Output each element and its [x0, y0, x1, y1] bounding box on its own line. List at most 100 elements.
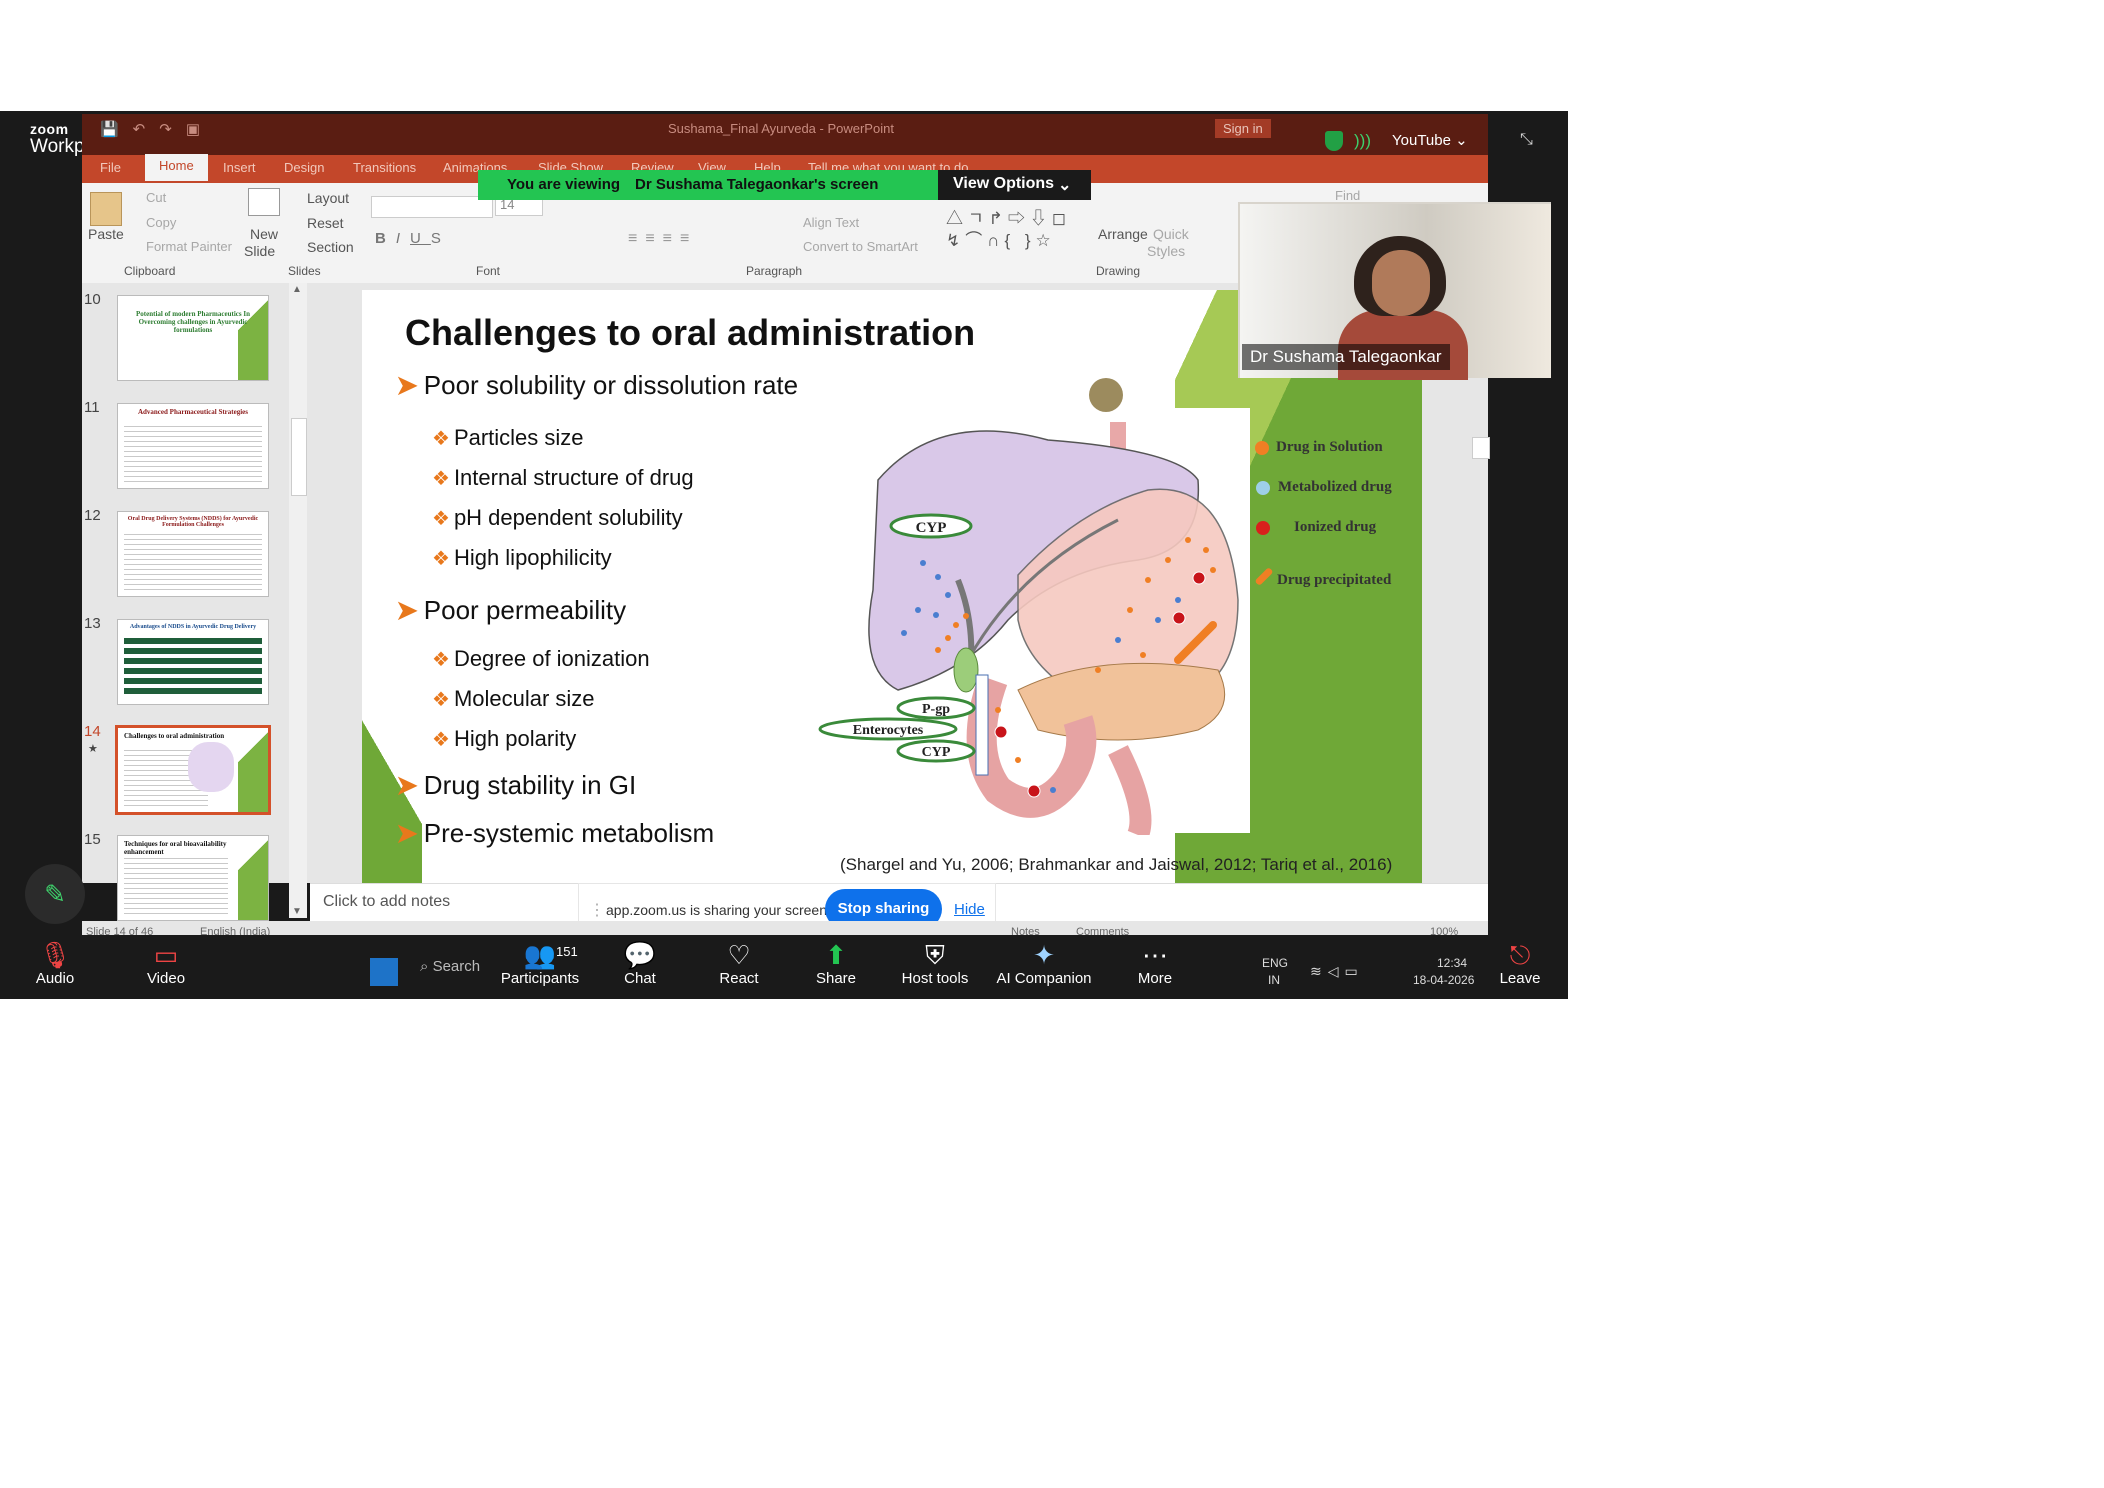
format-painter-button[interactable]: Format Painter [146, 239, 232, 254]
participants-count: 151 [556, 944, 578, 959]
thumbnail-slide-15[interactable]: Techniques for oral bioavailability enha… [117, 835, 269, 921]
leave-door-icon: ⎋ [1509, 940, 1531, 970]
diamond-bullet-icon: ❖ [432, 548, 450, 570]
sign-in-button[interactable]: Sign in [1215, 119, 1271, 138]
hide-share-bar-link[interactable]: Hide [954, 901, 985, 918]
thumbnail-slide-12[interactable]: Oral Drug Delivery Systems (NDDS) for Ay… [117, 511, 269, 597]
thumbnail-slide-10[interactable]: Potential of modern Pharmaceutics In Ove… [117, 295, 269, 381]
copy-button[interactable]: Copy [146, 215, 176, 230]
sub-bullet-text: Particles size [453, 425, 584, 450]
new-slide-label-2[interactable]: Slide [244, 243, 275, 259]
arrange-button[interactable]: Arrange [1098, 226, 1148, 242]
thumbnail-slide-13[interactable]: Advantages of NDDS in Ayurvedic Drug Del… [117, 619, 269, 705]
scroll-down-icon[interactable]: ▼ [292, 906, 302, 917]
gallbladder [953, 647, 979, 693]
drug-particle-icon [1089, 378, 1123, 412]
thumb-num-15: 15 [84, 831, 101, 848]
windows-start-icon[interactable] [370, 958, 398, 986]
ai-companion-button[interactable]: ✦ AI Companion [996, 940, 1092, 987]
thumb-num-12: 12 [84, 507, 101, 524]
thumb-title: Oral Drug Delivery Systems (NDDS) for Ay… [127, 516, 259, 528]
legend-label: Ionized drug [1294, 519, 1377, 535]
tab-insert[interactable]: Insert [223, 160, 256, 175]
diamond-bullet-icon: ❖ [432, 689, 450, 711]
sub-bullet: ❖ Particles size [432, 425, 584, 451]
paste-button[interactable]: Paste [88, 226, 124, 242]
new-slide-label-1[interactable]: New [250, 226, 278, 242]
share-arrow-icon: ⬆ [825, 940, 847, 970]
thumbnail-slide-14[interactable]: Challenges to oral administration [115, 725, 271, 815]
minimize-icon[interactable]: ⤡ [1520, 131, 1533, 149]
thumb-decoration [238, 296, 268, 380]
ionized-drug-dot [1027, 784, 1041, 798]
youtube-dropdown[interactable]: YouTube ⌄ [1392, 131, 1468, 149]
heart-icon: ♡ [727, 940, 751, 970]
find-button[interactable]: Find [1335, 188, 1360, 203]
ppt-window-title: Sushama_Final Ayurveda - PowerPoint [668, 121, 894, 136]
video-button[interactable]: ▭ Video [136, 940, 196, 987]
lang-line1[interactable]: ENG [1262, 956, 1288, 970]
arrow-bullet-icon: ➤ [396, 370, 418, 400]
slide-scrollbar-thumb[interactable] [1472, 437, 1490, 459]
taskbar-search-label: Search [432, 958, 481, 975]
thumbnails-scrollbar[interactable] [289, 283, 307, 918]
sub-bullet: ❖ pH dependent solubility [432, 505, 683, 531]
host-tools-button[interactable]: ⛨ Host tools [900, 940, 970, 987]
font-family-box[interactable] [371, 196, 493, 218]
font-format-icons[interactable]: BIUS [375, 230, 451, 247]
share-button[interactable]: ⬆ Share [811, 940, 861, 987]
leave-button[interactable]: ⎋ Leave [1496, 940, 1544, 987]
cut-button[interactable]: Cut [146, 190, 166, 205]
signal-icon: ))) [1354, 131, 1371, 150]
quick-styles-label-2[interactable]: Styles [1147, 243, 1185, 259]
bullet-heading: ➤ Pre-systemic metabolism [396, 818, 714, 849]
thumb-body [124, 638, 262, 698]
arrow-bullet-icon: ➤ [396, 770, 418, 800]
lang-line2[interactable]: IN [1268, 973, 1280, 987]
quick-access-toolbar[interactable]: 💾↶↷▣ [100, 120, 214, 138]
legend-dot-ionized [1256, 521, 1270, 535]
quick-styles-label-1[interactable]: Quick [1153, 226, 1189, 242]
paragraph-align-icons[interactable]: ≡≡≡≡ [628, 230, 697, 248]
annotate-pen-icon[interactable]: ✎ [25, 864, 85, 924]
scroll-up-icon[interactable]: ▲ [292, 284, 302, 295]
sparkle-icon: ✦ [1033, 940, 1055, 970]
chat-button[interactable]: 💬 Chat [615, 940, 665, 987]
bullet-heading-text: Poor permeability [423, 595, 627, 625]
view-options-button[interactable]: View Options ⌄ [938, 170, 1091, 200]
convert-smartart-button[interactable]: Convert to SmartArt [803, 239, 918, 254]
scrollbar-thumb[interactable] [291, 418, 307, 496]
diamond-bullet-icon: ❖ [432, 428, 450, 450]
thumb-num-13: 13 [84, 615, 101, 632]
cyp-liver-label: CYP [916, 520, 947, 536]
tab-file[interactable]: File [100, 160, 121, 175]
drag-handle-icon[interactable]: ⋮ [589, 900, 605, 920]
paste-icon [90, 192, 122, 226]
thumbnail-slide-11[interactable]: Advanced Pharmaceutical Strategies [117, 403, 269, 489]
legend-dot-metabolized [1256, 481, 1270, 495]
shapes-gallery[interactable]: △ㄱ↱⇨⇩◻ ↯⌒∩{ }☆ [946, 208, 1084, 256]
tab-transitions[interactable]: Transitions [353, 160, 416, 175]
thumb-num-11: 11 [84, 399, 100, 416]
align-text-button[interactable]: Align Text [803, 215, 859, 230]
shield-icon: ⛨ [925, 940, 945, 970]
notes-placeholder[interactable]: Click to add notes [323, 893, 450, 911]
tab-design[interactable]: Design [284, 160, 324, 175]
slide-title: Challenges to oral administration [405, 312, 976, 353]
drawing-group-label: Drawing [1096, 264, 1141, 278]
thumb-body [124, 422, 262, 482]
tray-icons[interactable]: ≋◁▭ [1310, 963, 1364, 980]
section-button[interactable]: Section [307, 239, 354, 255]
layout-button[interactable]: Layout [307, 190, 349, 206]
more-button[interactable]: ⋯ More [1130, 940, 1180, 987]
thumb-title: Challenges to oral administration [124, 732, 225, 740]
react-button[interactable]: ♡ React [714, 940, 764, 987]
tab-home[interactable]: Home [145, 154, 208, 181]
taskbar-search[interactable]: ⌕ Search [420, 958, 500, 986]
reset-button[interactable]: Reset [307, 215, 344, 231]
share-message: app.zoom.us is sharing your screen. [606, 902, 831, 918]
host-tools-label: Host tools [901, 970, 969, 987]
audio-button[interactable]: 🎙 Audio [30, 940, 80, 987]
sub-bullet: ❖ Degree of ionization [432, 646, 650, 672]
thumb-decoration [238, 728, 268, 812]
